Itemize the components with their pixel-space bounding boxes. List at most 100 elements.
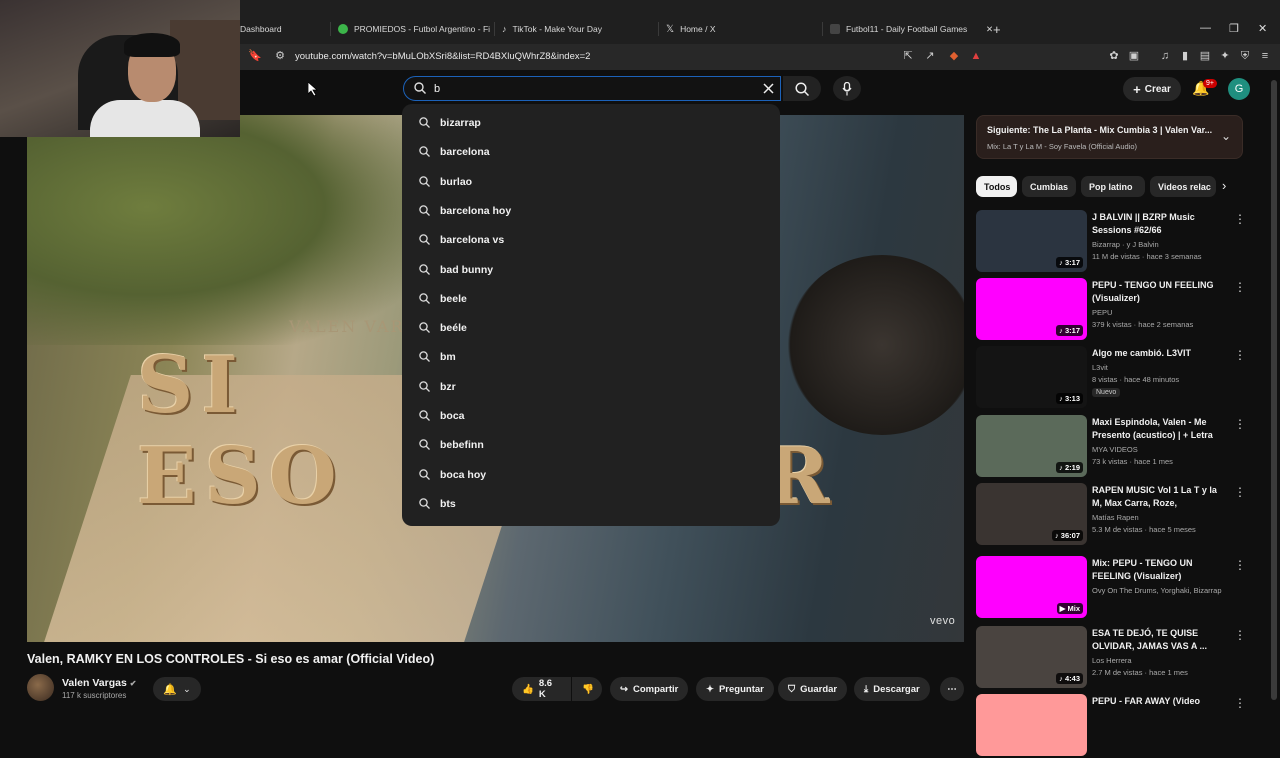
recommendation-title[interactable]: Maxi Espindola, Valen - Me Presento (acu… [1092, 416, 1222, 442]
tab-dashboard[interactable]: Dashboard [240, 18, 282, 40]
more-options-icon[interactable]: ⋮ [1234, 558, 1246, 572]
site-settings-icon[interactable]: ⚙ [274, 50, 286, 62]
tab-tiktok[interactable]: ♪ TikTok - Make Your Day [502, 18, 602, 40]
recommendation-title[interactable]: Algo me cambió. L3VIT [1092, 347, 1222, 360]
video-thumbnail[interactable]: ♪ 36:07 [976, 483, 1087, 545]
bookmark-icon[interactable]: 🔖 [248, 50, 262, 62]
save-label: Guardar [800, 683, 838, 695]
chip-videos-relacionados[interactable]: Videos relac [1150, 176, 1216, 197]
tab-promiedos[interactable]: PROMIEDOS - Futbol Argentino - Fi [338, 18, 490, 40]
more-options-icon[interactable]: ⋮ [1234, 280, 1246, 294]
recommendation-title[interactable]: ESA TE DEJÓ, TE QUISE OLVIDAR, JAMAS VAS… [1092, 627, 1222, 653]
search-suggestion-item[interactable]: boca hoy [402, 461, 780, 489]
wallet-icon[interactable]: ▤ [1199, 50, 1211, 62]
recommendation-item[interactable]: ♪ 3:17 J BALVIN || BZRP Music Sessions #6… [976, 210, 1246, 274]
video-thumbnail[interactable]: ♪ 4:43 [976, 626, 1087, 688]
clear-search-icon[interactable] [763, 83, 774, 94]
chevron-right-icon[interactable]: › [1222, 178, 1226, 193]
new-tab-button[interactable]: + [993, 18, 1001, 40]
more-options-icon[interactable]: ⋮ [1234, 628, 1246, 642]
recommendation-item[interactable]: ♪ 3:13 Algo me cambió. L3VIT L3vit 8 vistas… [976, 346, 1246, 410]
recommendation-title[interactable]: PEPU - TENGO UN FEELING (Visualizer) [1092, 279, 1222, 305]
search-suggestion-item[interactable]: bizarrap [402, 109, 780, 137]
more-options-icon[interactable]: ⋮ [1234, 348, 1246, 362]
brave-rewards-icon[interactable]: ▲ [970, 50, 982, 62]
tab-x[interactable]: 𝕏 Home / X [666, 18, 716, 40]
duration-badge: ♪ 3:17 [1056, 325, 1083, 336]
recommendation-item[interactable]: ♪ 2:19 Maxi Espindola, Valen - Me Present… [976, 415, 1246, 479]
more-actions-button[interactable]: ⋯ [940, 677, 964, 701]
video-thumbnail[interactable]: ♪ 3:17 [976, 210, 1087, 272]
scrollbar[interactable] [1271, 80, 1277, 700]
tab-futbol11[interactable]: Futbol11 - Daily Football Games [830, 18, 967, 40]
recommendation-title[interactable]: RAPEN MUSIC Vol 1 La T y la M, Max Carra… [1092, 484, 1222, 510]
chevron-down-icon[interactable]: ⌄ [1221, 129, 1231, 143]
more-options-icon[interactable]: ⋮ [1234, 212, 1246, 226]
chip-pop-latino[interactable]: Pop latino [1081, 176, 1145, 197]
share-page-icon[interactable]: ↗ [924, 50, 936, 62]
subscription-bell-button[interactable]: 🔔 ⌄ [153, 677, 201, 701]
music-icon[interactable]: ♫ [1159, 50, 1171, 62]
search-suggestion-item[interactable]: bm [402, 343, 780, 371]
search-suggestion-item[interactable]: barcelona vs [402, 226, 780, 254]
more-options-icon[interactable]: ⋮ [1234, 417, 1246, 431]
up-next-card[interactable]: Siguiente: The La Planta - Mix Cumbia 3 … [976, 115, 1243, 159]
vpn-icon[interactable]: ⛨ [1239, 50, 1251, 62]
sidebar-toggle-icon[interactable]: ▮ [1179, 50, 1191, 62]
search-suggestion-item[interactable]: bebefinn [402, 431, 780, 459]
video-thumbnail[interactable]: ▶ Mix [976, 556, 1087, 618]
search-suggestion-item[interactable]: beéle [402, 314, 780, 342]
video-thumbnail[interactable] [976, 694, 1087, 756]
search-suggestion-item[interactable]: bad bunny [402, 256, 780, 284]
recommendation-item[interactable]: ♪ 4:43 ESA TE DEJÓ, TE QUISE OLVIDAR, JAM… [976, 626, 1246, 690]
tab-divider [330, 22, 331, 36]
video-thumbnail[interactable]: ♪ 3:17 [976, 278, 1087, 340]
extensions-icon[interactable]: ✿ [1108, 50, 1120, 62]
search-suggestion-item[interactable]: beele [402, 285, 780, 313]
download-button[interactable]: ⤓ Descargar [854, 677, 930, 701]
save-button[interactable]: ⛉ Guardar [778, 677, 848, 701]
recommendation-item[interactable]: PEPU - FAR AWAY (Video ⋮ [976, 694, 1246, 758]
video-thumbnail[interactable]: ♪ 3:13 [976, 346, 1087, 408]
search-suggestion-item[interactable]: bzr [402, 373, 780, 401]
recommendation-title[interactable]: Mix: PEPU - TENGO UN FEELING (Visualizer… [1092, 557, 1222, 583]
brave-shield-icon[interactable]: ◆ [948, 50, 960, 62]
open-external-icon[interactable]: ⇱ [902, 50, 914, 62]
search-suggestion-item[interactable]: boca [402, 402, 780, 430]
dislike-button[interactable]: 👎 [572, 677, 602, 701]
video-thumbnail[interactable]: ♪ 2:19 [976, 415, 1087, 477]
ask-button[interactable]: ✦ Preguntar [696, 677, 774, 701]
recommendation-item[interactable]: ♪ 36:07 RAPEN MUSIC Vol 1 La T y la M, Ma… [976, 483, 1246, 547]
menu-icon[interactable]: ≡ [1259, 50, 1271, 62]
channel-avatar[interactable] [27, 674, 54, 701]
search-button[interactable] [783, 76, 821, 101]
maximize-icon[interactable]: ❐ [1229, 22, 1239, 35]
microphone-icon [842, 81, 852, 95]
ai-icon[interactable]: ✦ [1219, 50, 1231, 62]
search-suggestion-item[interactable]: bts [402, 490, 780, 518]
screenshot-icon[interactable]: ▣ [1128, 50, 1140, 62]
search-suggestion-item[interactable]: barcelona hoy [402, 197, 780, 225]
minimize-icon[interactable]: — [1200, 22, 1211, 34]
search-icon [419, 439, 430, 451]
new-badge: Nuevo [1092, 388, 1121, 397]
voice-search-button[interactable] [833, 76, 861, 101]
more-options-icon[interactable]: ⋮ [1234, 485, 1246, 499]
chip-todos[interactable]: Todos [976, 176, 1017, 197]
recommendation-item[interactable]: ♪ 3:17 PEPU - TENGO UN FEELING (Visualize… [976, 278, 1246, 342]
recommendation-title[interactable]: J BALVIN || BZRP Music Sessions #62/66 [1092, 211, 1222, 237]
more-options-icon[interactable]: ⋮ [1234, 696, 1246, 710]
recommendation-title[interactable]: PEPU - FAR AWAY (Video [1092, 695, 1222, 708]
chip-cumbias[interactable]: Cumbias [1022, 176, 1076, 197]
url-field[interactable]: youtube.com/watch?v=bMuLObXSri8&list=RD4… [295, 51, 590, 62]
like-button[interactable]: 👍 8.6 K [512, 677, 571, 701]
account-avatar[interactable]: G [1228, 78, 1250, 100]
channel-name[interactable]: Valen Vargas ✔ [62, 677, 136, 689]
share-button[interactable]: ↪ Compartir [610, 677, 689, 701]
create-button[interactable]: + Crear [1123, 77, 1181, 101]
search-suggestion-item[interactable]: burlao [402, 168, 780, 196]
close-window-icon[interactable]: ✕ [1258, 22, 1267, 35]
search-suggestion-item[interactable]: barcelona [402, 138, 780, 166]
recommendation-item[interactable]: ▶ Mix Mix: PEPU - TENGO UN FEELING (Visua… [976, 556, 1246, 620]
search-input[interactable] [434, 81, 754, 97]
